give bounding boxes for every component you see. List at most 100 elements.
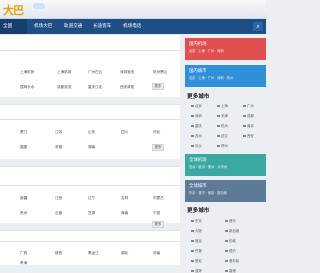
grid-cell[interactable]: 深圳宝安 bbox=[120, 70, 134, 75]
grid-cell[interactable]: 辽宁 bbox=[88, 196, 95, 201]
grid-cell[interactable]: 四川 bbox=[121, 130, 128, 135]
banner-title: 国内城市 bbox=[189, 69, 207, 74]
grid-cell[interactable]: 河北 bbox=[153, 130, 160, 135]
nav-airport-bus[interactable]: 机场大巴 bbox=[34, 19, 52, 34]
banner-domestic-cities[interactable]: 国内城市 北京 · 上海 · 广州 · 深圳 · 杭州 bbox=[185, 65, 266, 87]
grid-cell[interactable]: 昆明长水 bbox=[20, 85, 34, 90]
tag-icon bbox=[243, 104, 246, 108]
tag-icon bbox=[191, 114, 194, 118]
city-tag[interactable]: 南京 bbox=[243, 123, 254, 128]
city-tag[interactable]: 天津 bbox=[217, 113, 228, 118]
city-tag[interactable]: 深圳 bbox=[191, 113, 202, 118]
city-tag[interactable]: 广州 bbox=[243, 103, 254, 108]
panel-airports: 上海虹桥 上海机场 广州白云 深圳宝安 杭州萧山 昆明长水 成都双流 重庆江北 … bbox=[0, 34, 180, 97]
more-button[interactable]: 更多 bbox=[152, 83, 164, 90]
nav-coach[interactable]: 长途客车 bbox=[93, 19, 111, 34]
site-logo[interactable]: 大巴 bbox=[3, 2, 24, 18]
tag-icon bbox=[191, 134, 194, 138]
city-tag[interactable]: 重庆 bbox=[191, 123, 202, 128]
grid-cell[interactable]: 新疆 bbox=[20, 196, 27, 201]
banner-global-cities[interactable]: 全球城市 东京 · 首尔 · 曼谷 · 新加坡 bbox=[185, 180, 266, 202]
divider bbox=[0, 185, 180, 186]
city-name: 纽约 bbox=[229, 249, 236, 253]
divider bbox=[0, 50, 180, 51]
grid-cell[interactable]: 重庆江北 bbox=[88, 85, 102, 90]
tag-icon bbox=[217, 144, 220, 148]
more-cities-heading: 更多城市 bbox=[187, 94, 210, 100]
grid-cell[interactable]: 广西 bbox=[20, 251, 27, 256]
grid-cell[interactable]: 海南 bbox=[121, 211, 128, 216]
city-tag[interactable]: 伦敦 bbox=[225, 238, 236, 243]
grid-cell[interactable]: 山东 bbox=[88, 130, 95, 135]
grid-cell[interactable]: 甘肃 bbox=[88, 211, 95, 216]
grid-cell[interactable]: 西安咸阳 bbox=[120, 85, 134, 90]
grid-cell[interactable]: 内蒙古 bbox=[153, 196, 164, 201]
grid-cell[interactable]: 河南 bbox=[153, 251, 160, 256]
city-name: 南京 bbox=[247, 124, 254, 128]
divider bbox=[0, 241, 180, 242]
nav-rail[interactable]: 轨道交通 bbox=[64, 19, 82, 34]
city-tag[interactable]: 香港 bbox=[225, 268, 236, 273]
city-tag[interactable]: 杭州 bbox=[217, 123, 228, 128]
grid-cell[interactable]: 上海机场 bbox=[57, 70, 71, 75]
city-tag[interactable]: 长沙 bbox=[191, 143, 202, 148]
divider bbox=[0, 119, 180, 120]
city-tag[interactable]: 曼谷 bbox=[191, 238, 202, 243]
city-tag[interactable]: 首尔 bbox=[225, 218, 236, 223]
search-icon[interactable]: ⌕ bbox=[253, 22, 263, 31]
city-tag[interactable]: 悉尼 bbox=[191, 258, 202, 263]
banner-subtitle: 亚洲 · 欧洲 · 美洲 · 大洋洲 bbox=[189, 165, 227, 169]
city-tag[interactable]: 洛杉矶 bbox=[225, 258, 239, 263]
city-tag[interactable]: 郑州 bbox=[217, 143, 228, 148]
grid-cell[interactable]: 上海虹桥 bbox=[20, 70, 34, 75]
banner-title: 国内机场 bbox=[189, 42, 207, 47]
nav-airport-phone[interactable]: 机场电话 bbox=[123, 19, 141, 34]
city-name: 武汉 bbox=[221, 134, 228, 138]
city-name: 天津 bbox=[221, 114, 228, 118]
nav-home[interactable]: 全国 bbox=[0, 19, 27, 34]
grid-cell[interactable]: 福建 bbox=[20, 145, 27, 150]
grid-cell[interactable]: 陕西 bbox=[55, 251, 62, 256]
grid-cell[interactable]: 江西 bbox=[55, 196, 62, 201]
grid-cell[interactable]: 安徽 bbox=[55, 145, 62, 150]
grid-cell[interactable]: 江苏 bbox=[55, 130, 62, 135]
grid-cell[interactable]: 广州白云 bbox=[88, 70, 102, 75]
grid-cell[interactable]: 湖北 bbox=[121, 251, 128, 256]
grid-cell[interactable]: 厦门 bbox=[20, 130, 27, 135]
grid-cell[interactable]: 成都双流 bbox=[57, 85, 71, 90]
more-button[interactable]: 更多 bbox=[152, 144, 164, 151]
city-name: 长沙 bbox=[195, 144, 202, 148]
city-tag[interactable]: 新加坡 bbox=[225, 228, 239, 233]
tag-icon bbox=[225, 249, 228, 253]
tag-icon bbox=[243, 114, 246, 118]
city-tag[interactable]: 武汉 bbox=[217, 133, 228, 138]
city-tag[interactable]: 纽约 bbox=[225, 248, 236, 253]
banner-domestic-airports[interactable]: 国内机场 北京 · 上海 · 广州 · 深圳 bbox=[185, 38, 266, 60]
city-tag[interactable]: 上海 bbox=[217, 103, 228, 108]
main-content: 上海虹桥 上海机场 广州白云 深圳宝安 杭州萧山 昆明长水 成都双流 重庆江北 … bbox=[0, 34, 180, 265]
banner-global-airports[interactable]: 全球机场 亚洲 · 欧洲 · 美洲 · 大洋洲 bbox=[185, 154, 266, 176]
grid-cell[interactable]: 贵州 bbox=[20, 211, 27, 216]
city-tag[interactable]: 大阪 bbox=[191, 228, 202, 233]
grid-cell[interactable]: 云南 bbox=[55, 211, 62, 216]
city-tag[interactable]: 成都 bbox=[243, 113, 254, 118]
grid-cell[interactable]: 黑龙江 bbox=[88, 251, 99, 256]
top-header: 大巴 bbox=[0, 0, 266, 19]
tag-icon bbox=[225, 239, 228, 243]
city-tag[interactable]: 巴黎 bbox=[191, 248, 202, 253]
grid-cell[interactable]: 吉林 bbox=[121, 196, 128, 201]
grid-cell[interactable]: 杭州萧山 bbox=[153, 70, 167, 75]
city-tag[interactable]: 西安 bbox=[243, 133, 254, 138]
city-name: 伦敦 bbox=[229, 239, 236, 243]
city-tag[interactable]: 东京 bbox=[191, 218, 202, 223]
city-name: 巴黎 bbox=[195, 249, 202, 253]
grid-cell[interactable]: 宁夏 bbox=[153, 211, 160, 216]
city-name: 东京 bbox=[195, 219, 202, 223]
more-button[interactable]: 更多 bbox=[152, 221, 164, 228]
city-tag[interactable]: 北京 bbox=[191, 103, 202, 108]
city-name: 广州 bbox=[247, 104, 254, 108]
grid-cell[interactable]: 湖南 bbox=[88, 145, 95, 150]
more-cities-heading: 更多城市 bbox=[187, 208, 210, 214]
city-tag[interactable]: 迪拜 bbox=[191, 268, 202, 273]
city-tag[interactable]: 苏州 bbox=[191, 133, 202, 138]
